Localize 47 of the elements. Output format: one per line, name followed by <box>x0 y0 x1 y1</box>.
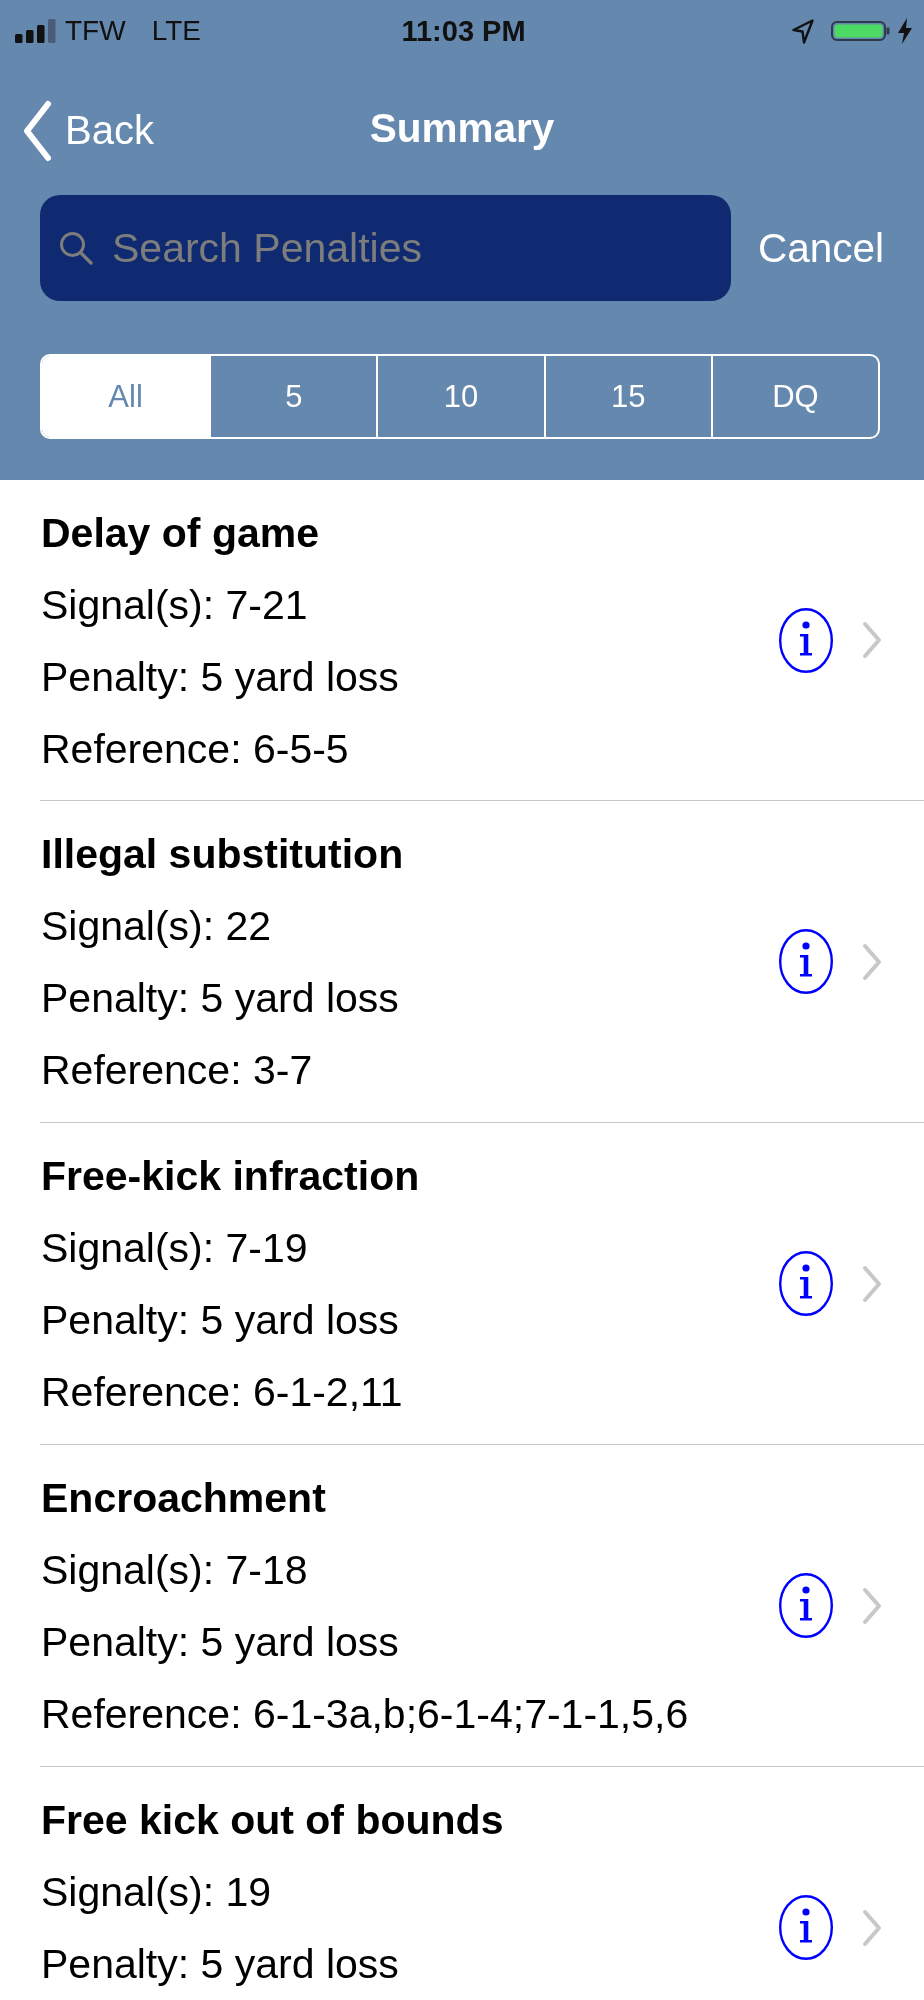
penalty-text: Penalty: 5 yard loss <box>41 974 399 1023</box>
chevron-right-icon <box>862 1586 882 1625</box>
status-time: 11:03 PM <box>401 14 526 48</box>
penalty-text: Penalty: 5 yard loss <box>41 653 399 702</box>
signal-text: Signal(s): 19 <box>41 1868 272 1917</box>
penalty-name: Delay of game <box>41 509 319 558</box>
penalty-name: Free-kick infraction <box>41 1152 420 1201</box>
reference-text: Reference: 6-1-2,11 <box>41 1368 403 1417</box>
filter-segment[interactable]: 5 <box>209 356 377 437</box>
lightning-bolt-icon <box>898 18 912 44</box>
signal-text: Signal(s): 22 <box>41 902 272 951</box>
back-button[interactable]: Back <box>0 99 154 162</box>
signal-bars-icon <box>15 19 56 43</box>
info-icon[interactable] <box>779 607 833 673</box>
location-arrow-icon <box>792 18 814 44</box>
penalty-name: Illegal substitution <box>41 830 404 879</box>
info-icon[interactable] <box>779 1573 833 1638</box>
info-icon[interactable] <box>779 1251 833 1316</box>
signal-text: Signal(s): 7-19 <box>41 1224 308 1273</box>
search-field[interactable]: Search Penalties <box>40 195 731 301</box>
penalty-name: Encroachment <box>41 1474 326 1523</box>
filter-segment[interactable]: All <box>42 356 210 437</box>
signal-text: Signal(s): 7-18 <box>41 1546 308 1595</box>
reference-text: Reference: 6-5-5 <box>41 725 349 774</box>
chevron-right-icon <box>862 942 882 981</box>
reference-text: Reference: 3-7 <box>41 1046 313 1095</box>
battery-icon <box>831 21 890 41</box>
penalty-text: Penalty: 5 yard loss <box>41 1940 399 1989</box>
info-icon[interactable] <box>779 1895 833 1960</box>
network-text: LTE <box>151 15 201 47</box>
penalty-text: Penalty: 5 yard loss <box>41 1296 399 1345</box>
filter-segment[interactable]: 10 <box>376 356 544 437</box>
penalty-text: Penalty: 5 yard loss <box>41 1618 399 1667</box>
chevron-left-icon <box>22 99 52 162</box>
info-icon[interactable] <box>779 929 833 994</box>
penalty-name: Free kick out of bounds <box>41 1796 504 1845</box>
chevron-right-icon <box>862 621 882 659</box>
reference-text: Reference: 6-1-3a,b;6-1-4;7-1-1,5,6 <box>41 1690 689 1739</box>
chevron-right-icon <box>862 1908 882 1947</box>
filter-segment[interactable]: DQ <box>710 356 878 437</box>
screen-title: Summary <box>369 105 555 152</box>
chevron-right-icon <box>862 1264 882 1303</box>
carrier-text: TFW <box>65 15 126 47</box>
search-icon <box>59 231 93 265</box>
cancel-button[interactable]: Cancel <box>757 224 884 272</box>
signal-text: Signal(s): 7-21 <box>41 581 308 630</box>
filter-segment[interactable]: 15 <box>543 356 711 437</box>
